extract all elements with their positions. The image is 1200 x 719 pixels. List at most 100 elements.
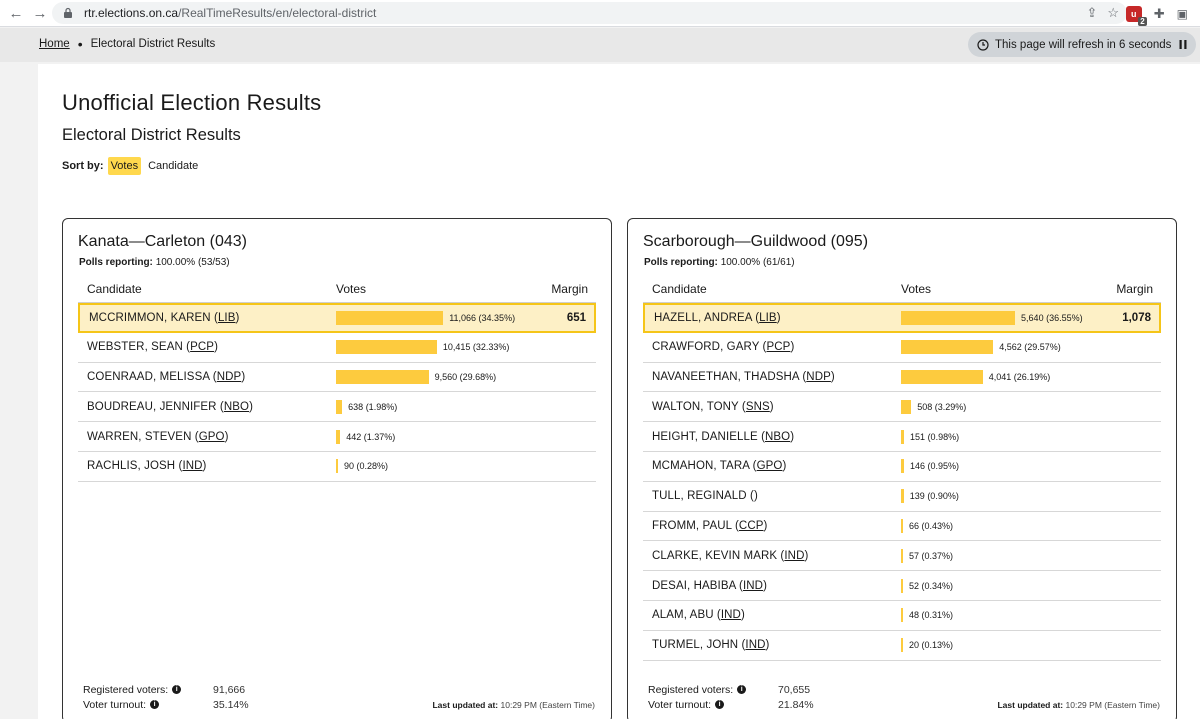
candidate-name-close: ) [202, 460, 207, 473]
votes-cell: 66 (0.43%) [901, 518, 1091, 533]
party-link[interactable]: IND [743, 580, 763, 592]
registered-voters-row: Registered voters: i 70,655 [648, 682, 1168, 697]
party-link[interactable]: IND [784, 550, 804, 562]
party-link[interactable]: IND [745, 639, 765, 651]
votes-cell: 442 (1.37%) [336, 429, 526, 444]
party-link[interactable]: SNS [746, 401, 770, 413]
info-icon[interactable]: i [172, 685, 182, 694]
url-path: /RealTimeResults/en/electoral-district [178, 6, 377, 20]
sort-option-candidate[interactable]: Candidate [145, 157, 201, 175]
breadcrumb-separator: • [77, 36, 83, 52]
voter-turnout-value: 21.84% [778, 698, 814, 711]
party-link[interactable]: NDP [806, 371, 831, 383]
votes-cell: 20 (0.13%) [901, 638, 1091, 653]
party-link[interactable]: GPO [757, 460, 783, 472]
candidate-row: ALAM, ABU (IND) 48 (0.31%) [643, 601, 1161, 631]
sort-option-votes[interactable]: Votes [107, 157, 142, 175]
last-updated: Last updated at: 10:29 PM (Eastern Time) [432, 700, 595, 710]
registered-voters-label: Registered voters: i [83, 684, 203, 696]
vote-count: 146 (0.95%) [909, 461, 959, 472]
candidate-name-close: ) [740, 609, 745, 622]
vote-share-bar [336, 340, 437, 355]
candidate-name: TULL, REGINALD () [643, 490, 901, 502]
candidate-row: CRAWFORD, GARY (PCP) 4,562 (29.57%) [643, 333, 1161, 363]
breadcrumb-home-link[interactable]: Home [39, 38, 70, 50]
info-icon[interactable]: i [737, 685, 747, 694]
vote-share-bar [901, 310, 1016, 325]
vote-share-bar [901, 399, 912, 414]
vote-share-bar [336, 429, 341, 444]
candidate-name: NAVANEETHAN, THADSHA (NDP) [643, 371, 901, 383]
party-link[interactable]: GPO [199, 431, 225, 443]
party-link[interactable]: PCP [190, 341, 214, 353]
party-link[interactable]: LIB [759, 312, 777, 324]
vote-share-bar [901, 548, 903, 563]
forward-icon[interactable]: → [28, 1, 52, 25]
registered-voters-value: 70,655 [778, 683, 811, 696]
polls-reporting: Polls reporting: 100.00% (53/53) [79, 257, 230, 268]
address-bar[interactable]: rtr.elections.on.ca/RealTimeResults/en/e… [52, 2, 1127, 24]
polls-value: 100.00% (61/61) [720, 257, 795, 268]
party-link[interactable]: PCP [766, 341, 790, 353]
candidate-name-text: CLARKE, KEVIN MARK ( [652, 549, 785, 562]
vote-count: 57 (0.37%) [909, 550, 954, 561]
district-name: Scarborough—Guildwood (095) [643, 233, 869, 250]
candidate-row: MCMAHON, TARA (GPO) 146 (0.95%) [643, 452, 1161, 482]
votes-cell: 4,562 (29.57%) [901, 340, 1091, 355]
main-content: Unofficial Election Results Electoral Di… [38, 64, 1200, 719]
margin-value: 1,078 [1122, 311, 1151, 324]
candidate-name: FROMM, PAUL (CCP) [643, 520, 901, 532]
pause-icon[interactable] [1175, 37, 1190, 52]
share-icon[interactable]: ⇪ [1086, 5, 1097, 21]
candidate-name-close: ) [769, 400, 774, 413]
vote-share-bar [901, 608, 903, 623]
candidate-row: COENRAAD, MELISSA (NDP) 9,560 (29.68%) [78, 363, 596, 393]
back-icon[interactable]: ← [4, 1, 28, 25]
party-link[interactable]: NBO [765, 431, 790, 443]
polls-label: Polls reporting: [79, 257, 153, 268]
candidate-name-close: ) [224, 430, 229, 443]
candidate-name: BOUDREAU, JENNIFER (NBO) [78, 401, 336, 413]
candidate-name-text: WEBSTER, SEAN ( [87, 341, 191, 354]
info-icon[interactable]: i [150, 700, 160, 709]
registered-voters-text: Registered voters: [648, 683, 734, 696]
party-link[interactable]: NBO [224, 401, 249, 413]
vote-count: 90 (0.28%) [344, 461, 389, 472]
district-card: Kanata—Carleton (043) Polls reporting: 1… [62, 218, 612, 719]
vote-share-bar [901, 518, 903, 533]
puzzle-extensions-icon[interactable]: ✚ [1154, 6, 1165, 22]
votes-cell: 90 (0.28%) [336, 459, 526, 474]
votes-cell: 151 (0.98%) [901, 429, 1091, 444]
polls-reporting: Polls reporting: 100.00% (61/61) [644, 257, 795, 268]
header-candidate: Candidate [87, 282, 142, 296]
margin-value: 651 [566, 311, 586, 324]
party-link[interactable]: IND [182, 460, 202, 472]
lock-icon[interactable] [62, 7, 74, 19]
party-link[interactable]: LIB [218, 312, 236, 324]
candidate-row: BOUDREAU, JENNIFER (NBO) 638 (1.98%) [78, 392, 596, 423]
extension-icon[interactable]: u2 [1125, 5, 1147, 26]
vote-share-bar [901, 489, 904, 504]
candidate-name: WEBSTER, SEAN (PCP) [78, 341, 336, 353]
party-link[interactable]: IND [721, 609, 741, 621]
info-icon[interactable]: i [715, 700, 725, 709]
vote-share-bar [901, 638, 903, 653]
votes-cell: 52 (0.34%) [901, 578, 1091, 593]
votes-cell: 146 (0.95%) [901, 459, 1091, 474]
candidate-name: TURMEL, JOHN (IND) [643, 639, 901, 651]
candidate-name-text: HEIGHT, DANIELLE ( [652, 430, 765, 443]
candidate-name-text: CRAWFORD, GARY ( [652, 341, 767, 354]
candidate-name-close: ) [235, 311, 240, 324]
candidate-name-close: ) [765, 639, 770, 652]
voter-turnout-text: Voter turnout: [83, 698, 147, 711]
candidate-name: CRAWFORD, GARY (PCP) [643, 341, 901, 353]
party-link[interactable]: NDP [217, 371, 242, 383]
registered-voters-row: Registered voters: i 91,666 [83, 682, 603, 697]
candidate-name: MCMAHON, TARA (GPO) [643, 460, 901, 472]
registered-voters-text: Registered voters: [83, 683, 169, 696]
table-header: Candidate Votes Margin [643, 276, 1161, 303]
sidepanel-icon[interactable]: ▣ [1177, 7, 1188, 21]
party-link[interactable]: CCP [739, 520, 764, 532]
candidate-row: HAZELL, ANDREA (LIB) 5,640 (36.55%) 1,07… [643, 303, 1161, 333]
bookmark-star-icon[interactable]: ☆ [1107, 5, 1119, 21]
